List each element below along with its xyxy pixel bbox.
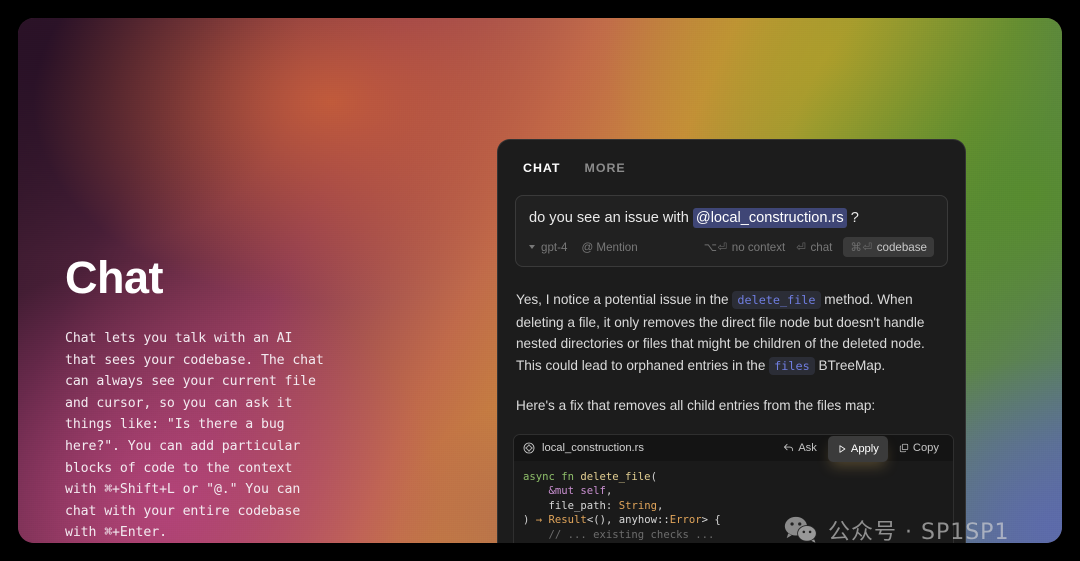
file-mention-chip[interactable]: @local_construction.rs bbox=[692, 208, 847, 228]
tab-more[interactable]: MORE bbox=[585, 161, 626, 175]
hero-copy: Chat Chat lets you talk with an AI that … bbox=[65, 255, 395, 543]
ask-label: Ask bbox=[798, 441, 817, 454]
chat-panel: CHAT MORE do you see an issue with @loca… bbox=[497, 139, 966, 543]
copy-icon bbox=[899, 443, 908, 452]
code-block-actions: Ask Apply Copy bbox=[776, 435, 946, 462]
chevron-down-icon bbox=[529, 245, 535, 249]
ask-button[interactable]: Ask bbox=[776, 438, 824, 458]
codebase-label: codebase bbox=[876, 240, 927, 254]
code-token: mut bbox=[554, 485, 581, 498]
inline-code-delete-file: delete_file bbox=[732, 291, 821, 309]
codebase-action[interactable]: ⌘⏎ codebase bbox=[843, 237, 934, 257]
code-block-source[interactable]: async fn delete_file( &mut self, file_pa… bbox=[514, 461, 953, 544]
code-token: file_path bbox=[523, 499, 606, 512]
chat-action[interactable]: ⏎ chat bbox=[796, 240, 833, 255]
code-line: &mut self, bbox=[523, 484, 953, 499]
tab-chat[interactable]: CHAT bbox=[523, 161, 561, 175]
code-token: delete_file bbox=[580, 470, 651, 483]
model-label: gpt-4 bbox=[541, 240, 568, 254]
p1-part-c: BTreeMap. bbox=[814, 357, 886, 373]
page-title: Chat bbox=[65, 252, 164, 303]
composer-toolbar: gpt-4 @ Mention ⌥⏎ no context ⏎ chat ⌘⏎ bbox=[529, 237, 934, 257]
code-token: // ... existing checks ... bbox=[523, 528, 715, 541]
rust-logo-icon bbox=[523, 442, 535, 453]
chat-shortcut: ⏎ bbox=[796, 241, 807, 254]
code-line: file_path: String, bbox=[523, 499, 953, 514]
reply-arrow-icon bbox=[784, 443, 794, 452]
mention-button[interactable]: @ Mention bbox=[581, 241, 637, 254]
code-token: ) bbox=[523, 514, 536, 527]
code-line: // ... existing checks ... bbox=[523, 528, 953, 543]
hero-description: Chat lets you talk with an AI that sees … bbox=[65, 331, 324, 541]
code-line: async fn delete_file( bbox=[523, 470, 953, 485]
copy-label: Copy bbox=[912, 441, 939, 454]
assistant-message: Yes, I notice a potential issue in the d… bbox=[498, 267, 965, 417]
composer-actions: ⌥⏎ no context ⏎ chat ⌘⏎ codebase bbox=[704, 237, 934, 257]
code-filename: local_construction.rs bbox=[542, 441, 644, 454]
code-token: : bbox=[605, 499, 619, 512]
no-context-shortcut: ⌥⏎ bbox=[703, 241, 728, 254]
code-token: → bbox=[535, 514, 549, 527]
gradient-canvas: Chat Chat lets you talk with an AI that … bbox=[18, 18, 1062, 543]
code-token: Result bbox=[548, 514, 587, 527]
chat-composer[interactable]: do you see an issue with @local_construc… bbox=[515, 195, 948, 267]
code-token: Error bbox=[669, 514, 702, 527]
apply-button[interactable]: Apply bbox=[827, 435, 888, 462]
assistant-paragraph-2: Here's a fix that removes all child entr… bbox=[516, 398, 876, 413]
chat-label: chat bbox=[810, 240, 833, 254]
code-token: , bbox=[656, 499, 664, 512]
code-token: self bbox=[580, 485, 606, 498]
copy-button[interactable]: Copy bbox=[892, 438, 946, 458]
p1-part-a: Yes, I notice a potential issue in the bbox=[516, 292, 733, 307]
mention-label: @ Mention bbox=[581, 240, 638, 254]
composer-text-before: do you see an issue with bbox=[529, 210, 693, 226]
code-token: ( bbox=[650, 470, 657, 483]
play-triangle-icon bbox=[839, 444, 846, 453]
code-block: local_construction.rs Ask Apply Copy asy… bbox=[513, 433, 954, 544]
code-block-header: local_construction.rs Ask Apply Copy bbox=[514, 434, 953, 462]
code-token: async fn bbox=[523, 470, 581, 483]
code-token: String bbox=[618, 499, 657, 512]
apply-label: Apply bbox=[850, 442, 879, 455]
panel-tabbar: CHAT MORE bbox=[498, 140, 965, 175]
code-token: > { bbox=[701, 514, 721, 527]
no-context-action[interactable]: ⌥⏎ no context bbox=[703, 240, 786, 255]
code-token: , bbox=[605, 485, 613, 498]
model-selector[interactable]: gpt-4 bbox=[529, 241, 567, 254]
inline-code-files: files bbox=[769, 356, 815, 375]
code-line: ) → Result<(), anyhow::Error> { bbox=[523, 513, 953, 528]
composer-text-after: ? bbox=[846, 210, 859, 226]
no-context-label: no context bbox=[731, 240, 786, 254]
assistant-paragraph-1: Yes, I notice a potential issue in the d… bbox=[516, 289, 945, 377]
composer-input[interactable]: do you see an issue with @local_construc… bbox=[529, 208, 934, 228]
codebase-shortcut: ⌘⏎ bbox=[850, 241, 873, 254]
code-token: <(), anyhow:: bbox=[586, 514, 670, 527]
